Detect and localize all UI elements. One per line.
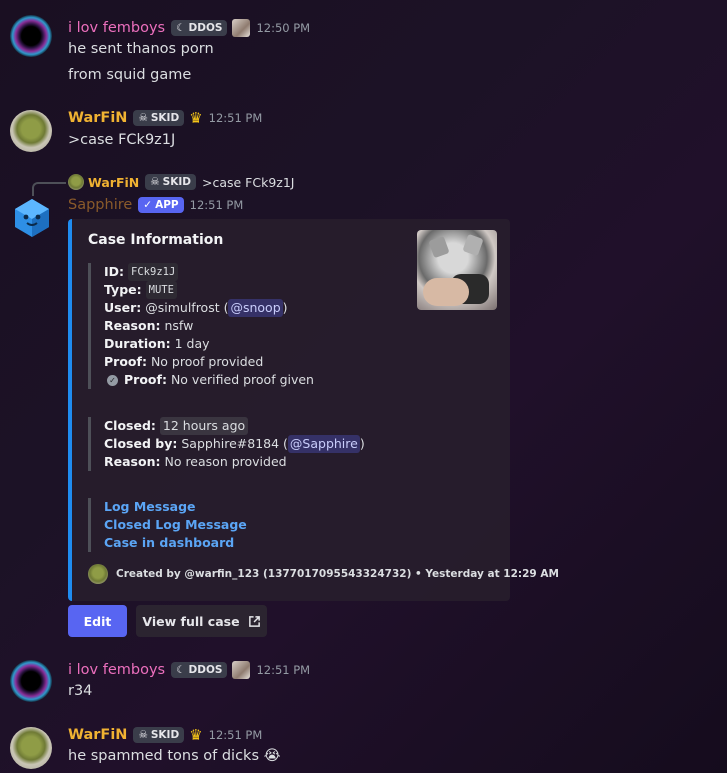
- message-text: >case FCk9z1J: [68, 132, 176, 148]
- timestamp[interactable]: 12:51 PM: [209, 728, 263, 742]
- timestamp[interactable]: 12:51 PM: [190, 198, 244, 212]
- embed-title: Case Information: [88, 232, 224, 248]
- field-closed: Closed: 12 hours ago: [104, 417, 365, 435]
- footer-avatar: [88, 564, 108, 584]
- reply-text: >case FCk9z1J: [201, 174, 295, 190]
- message-text: he spammed tons of dicks 😭: [68, 748, 281, 764]
- view-full-case-button[interactable]: View full case: [136, 605, 267, 637]
- timestamp[interactable]: 12:51 PM: [209, 111, 263, 125]
- avatar[interactable]: [12, 197, 54, 239]
- username[interactable]: WarFiN: [68, 727, 127, 743]
- reply-avatar[interactable]: [68, 174, 84, 190]
- username[interactable]: i lov femboys: [68, 662, 165, 678]
- message-header: i lov femboys ☾ DDOS 12:51 PM: [68, 661, 310, 679]
- reply-username[interactable]: WarFiN: [88, 175, 139, 190]
- field-id: ID: FCk9z1J: [104, 263, 314, 281]
- server-tag[interactable]: ☾ DDOS: [171, 20, 228, 36]
- timestamp[interactable]: 12:51 PM: [256, 663, 310, 677]
- field-proof: Proof: No proof provided: [104, 354, 264, 369]
- footer-text: Created by @warfin_123 (1377017095543324…: [116, 568, 559, 580]
- case-closed-details: Closed: 12 hours ago Closed by: Sapphire#8…: [88, 417, 365, 471]
- role-icon[interactable]: [232, 661, 251, 679]
- server-tag[interactable]: ☠ SKID: [133, 727, 185, 743]
- avatar[interactable]: [10, 660, 52, 702]
- case-links: Log Message Closed Log Message Case in d…: [88, 498, 247, 552]
- case-embed: Case Information ID: FCk9z1J Type: MUTE Us…: [68, 219, 559, 601]
- case-dashboard-link[interactable]: Case in dashboard: [104, 534, 247, 552]
- server-tag[interactable]: ☠ SKID: [133, 110, 185, 126]
- field-closed-reason: Reason: No reason provided: [104, 454, 287, 469]
- view-full-case-label: View full case: [142, 613, 240, 629]
- external-link-icon: [248, 615, 260, 627]
- case-details: ID: FCk9z1J Type: MUTE User: @simulfrost (@…: [88, 263, 314, 389]
- app-tag: ✓ APP: [138, 197, 184, 213]
- check-circle-icon: ✓: [107, 374, 118, 386]
- crown-icon: ♛: [189, 725, 203, 744]
- field-user: User: @simulfrost (@snoop): [104, 299, 288, 317]
- role-icon[interactable]: [232, 19, 251, 37]
- edit-button[interactable]: Edit: [68, 605, 127, 637]
- server-tag[interactable]: ☠ SKID: [145, 174, 196, 190]
- username[interactable]: WarFiN: [68, 110, 127, 126]
- message-text: he sent thanos porn: [68, 41, 214, 57]
- skull-icon: ☠: [138, 112, 148, 124]
- field-type: Type: MUTE: [104, 281, 314, 299]
- check-icon: ✓: [143, 199, 153, 211]
- user-mention[interactable]: @snoop: [228, 299, 283, 317]
- closed-log-message-link[interactable]: Closed Log Message: [104, 516, 247, 534]
- message-text: r34: [68, 683, 93, 699]
- reply-header[interactable]: WarFiN ☠ SKID >case FCk9z1J: [88, 174, 294, 190]
- field-verified-proof: ✓ Proof: No verified proof given: [104, 371, 314, 389]
- embed-thumbnail[interactable]: [417, 230, 497, 310]
- skull-icon: ☠: [150, 176, 160, 188]
- username[interactable]: i lov femboys: [68, 20, 165, 36]
- avatar[interactable]: [10, 110, 52, 152]
- sapphire-mention[interactable]: @Sapphire: [287, 435, 360, 453]
- reply-connector: [32, 182, 66, 196]
- timestamp[interactable]: 12:50 PM: [256, 21, 310, 35]
- skull-icon: ☠: [138, 729, 148, 741]
- message-header: WarFiN ☠ SKID ♛ 12:51 PM: [68, 727, 262, 743]
- moon-icon: ☾: [176, 664, 186, 676]
- avatar[interactable]: [10, 15, 52, 57]
- embed-footer: Created by @warfin_123 (1377017095543324…: [88, 564, 559, 584]
- crown-icon: ♛: [189, 108, 203, 127]
- message-text: from squid game: [68, 67, 192, 83]
- sapphire-logo-icon: [15, 199, 49, 237]
- field-duration: Duration: 1 day: [104, 336, 210, 351]
- message-header: WarFiN ☠ SKID ♛ 12:51 PM: [68, 110, 262, 126]
- message-header: i lov femboys ☾ DDOS 12:50 PM: [68, 19, 310, 37]
- moon-icon: ☾: [176, 22, 186, 34]
- server-tag[interactable]: ☾ DDOS: [171, 662, 228, 678]
- log-message-link[interactable]: Log Message: [104, 498, 247, 516]
- field-closed-by: Closed by: Sapphire#8184 (@Sapphire): [104, 435, 365, 453]
- avatar[interactable]: [10, 727, 52, 769]
- message-header: Sapphire ✓ APP 12:51 PM: [68, 197, 243, 213]
- field-reason: Reason: nsfw: [104, 318, 194, 333]
- username[interactable]: Sapphire: [68, 197, 132, 213]
